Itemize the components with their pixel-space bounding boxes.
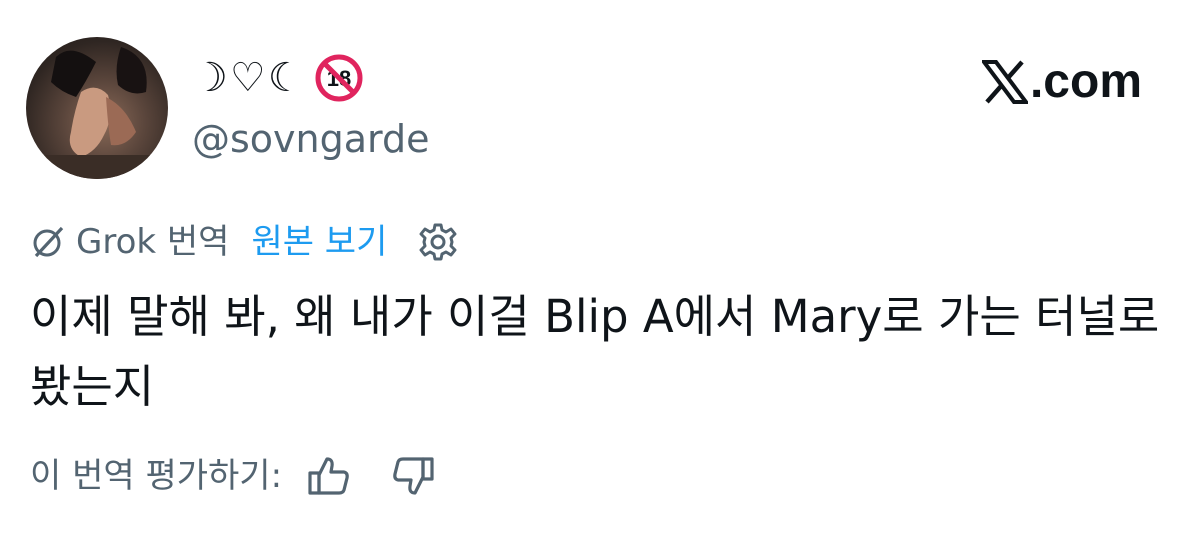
avatar-image: [26, 47, 168, 179]
no-under-18-icon: 18: [314, 53, 364, 103]
gear-icon[interactable]: [417, 221, 459, 263]
brand-site-text: .com: [1029, 55, 1142, 108]
translation-bar: Grok 번역 원본 보기: [30, 218, 459, 266]
display-name[interactable]: ☽♡☾ 18: [192, 52, 364, 104]
display-name-text: ☽♡☾: [192, 55, 306, 101]
x-com-brand: .com: [981, 55, 1142, 108]
user-handle[interactable]: @sovngarde: [192, 114, 429, 164]
translation-rating-bar: 이 번역 평가하기:: [30, 450, 436, 502]
view-original-link[interactable]: 원본 보기: [251, 218, 387, 266]
x-logo-icon: [981, 60, 1028, 104]
thumbs-down-icon[interactable]: [390, 453, 436, 499]
thumbs-up-icon[interactable]: [306, 453, 352, 499]
rating-label: 이 번역 평가하기:: [30, 456, 283, 496]
translation-source-label: Grok 번역: [76, 222, 230, 262]
avatar[interactable]: [26, 37, 168, 179]
tweet-text: 이제 말해 봐, 왜 내가 이걸 Blip A에서 Mary로 가는 터널로 봤…: [30, 290, 1160, 413]
grok-icon: [33, 226, 64, 258]
